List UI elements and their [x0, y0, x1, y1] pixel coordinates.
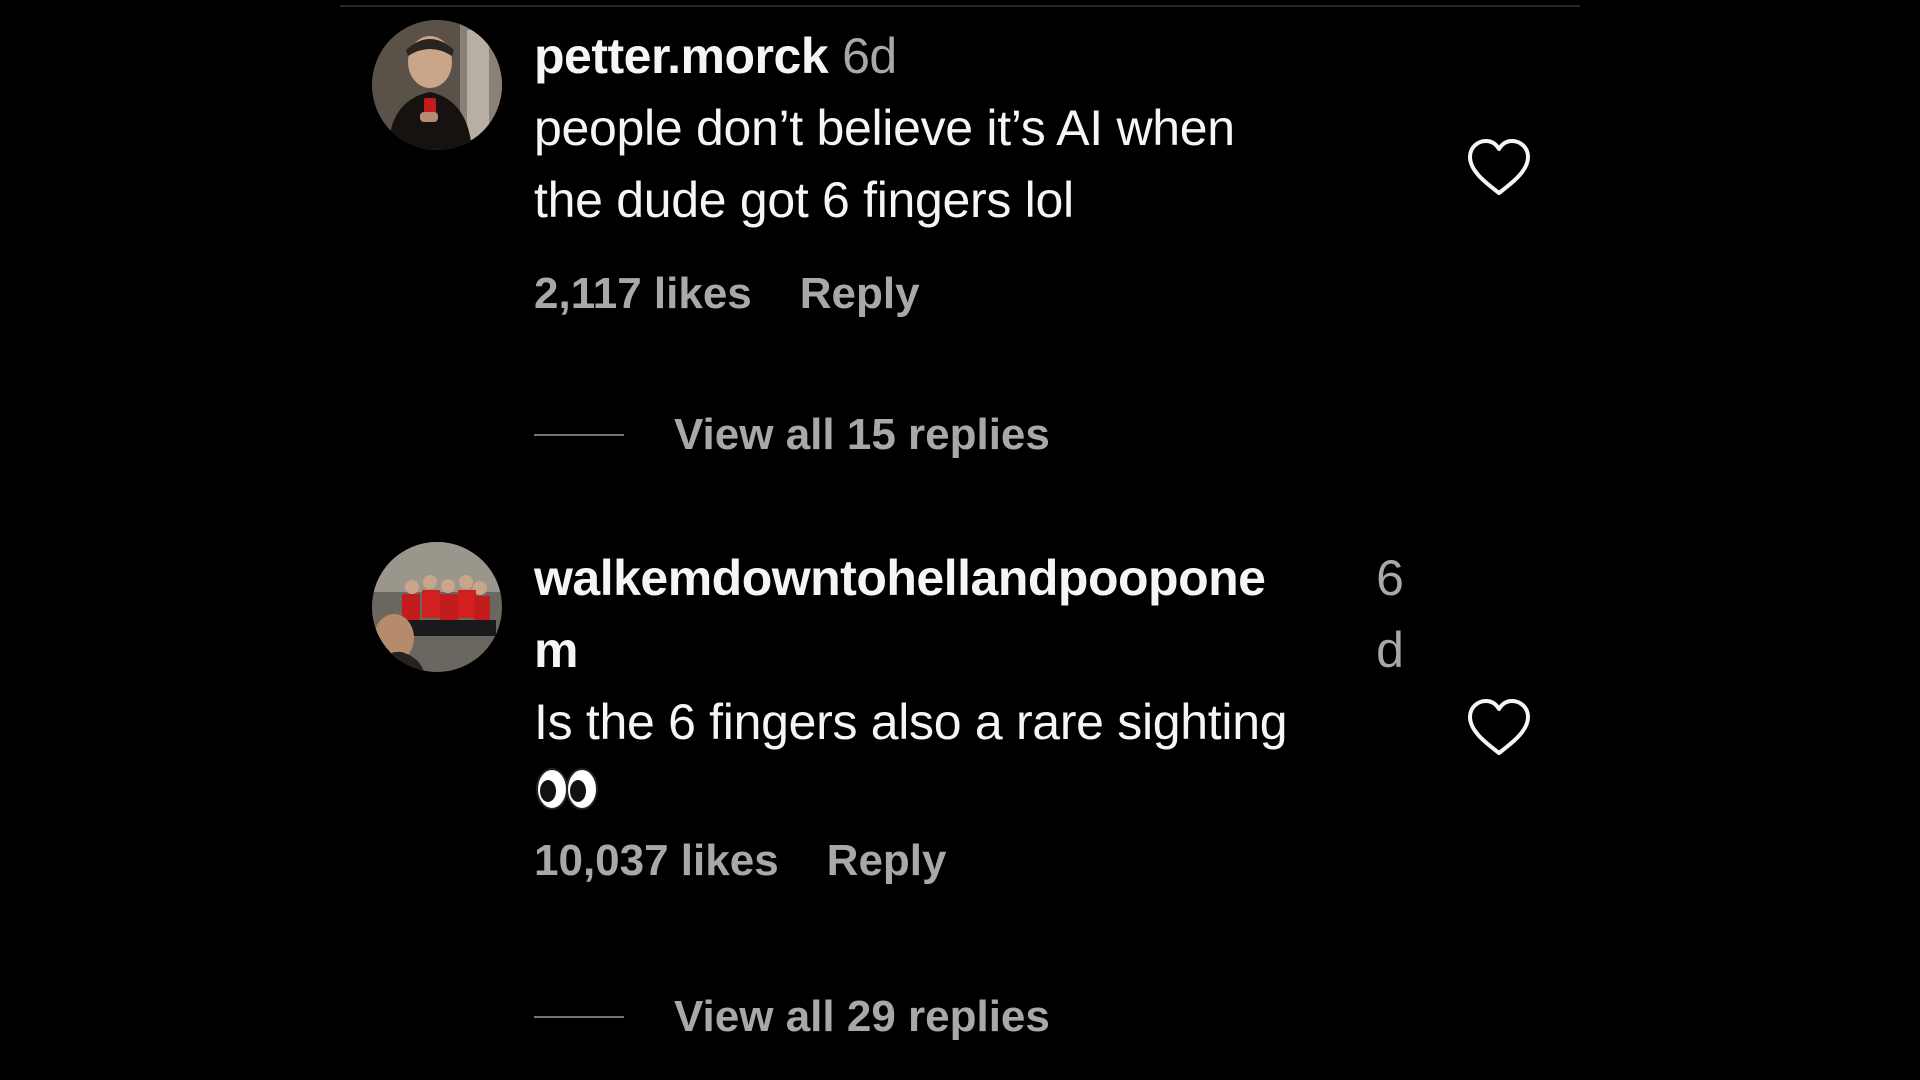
replies-divider: [534, 434, 624, 436]
timestamp[interactable]: 6 d: [1370, 542, 1410, 686]
likes-count[interactable]: 2,117 likes: [534, 269, 752, 318]
comment-item: petter.morck 6d people don’t believe it’s…: [372, 20, 1542, 459]
avatar[interactable]: [372, 20, 502, 150]
replies-divider: [534, 1016, 624, 1018]
comment-text-line: people don’t believe it’s AI when: [534, 100, 1235, 156]
timestamp[interactable]: 6d: [842, 28, 897, 84]
username-continued[interactable]: m: [534, 622, 578, 678]
reply-button[interactable]: Reply: [800, 269, 920, 318]
top-divider: [340, 5, 1580, 7]
timestamp-part: 6: [1376, 550, 1404, 606]
username[interactable]: petter.morck: [534, 28, 829, 84]
comment-text-line: Is the 6 fingers also a rare sighting: [534, 694, 1288, 750]
eyes-emoji: [534, 766, 600, 817]
username-wrap: walkemdowntohellandpoopone: [534, 542, 1404, 614]
comment-header: petter.morck 6d: [534, 20, 1404, 92]
view-replies-button[interactable]: View all 29 replies: [534, 992, 1050, 1042]
likes-count[interactable]: 10,037 likes: [534, 836, 779, 885]
heart-outline-icon[interactable]: [1466, 698, 1532, 758]
avatar[interactable]: [372, 542, 502, 672]
comments-panel: petter.morck 6d people don’t believe it’s…: [0, 0, 1920, 1080]
reply-button[interactable]: Reply: [827, 836, 947, 885]
view-replies-label[interactable]: View all 15 replies: [674, 410, 1050, 460]
comment-meta: 10,037 likes Reply: [534, 831, 1404, 891]
view-replies-button[interactable]: View all 15 replies: [534, 410, 1050, 460]
username-wrap-line2: m: [534, 614, 1404, 686]
comment-body: petter.morck 6d people don’t believe it’s…: [534, 20, 1404, 324]
timestamp-part: d: [1376, 622, 1404, 678]
username[interactable]: walkemdowntohellandpoopone: [534, 550, 1266, 606]
comment-header: walkemdowntohellandpoopone m 6 d: [534, 542, 1404, 686]
view-replies-label[interactable]: View all 29 replies: [674, 992, 1050, 1042]
heart-outline-icon[interactable]: [1466, 138, 1532, 198]
comment-body: walkemdowntohellandpoopone m 6 d Is the …: [534, 542, 1404, 891]
comment-meta: 2,117 likes Reply: [534, 264, 1404, 324]
comment-item: walkemdowntohellandpoopone m 6 d Is the …: [372, 542, 1542, 1062]
comment-text-line: the dude got 6 fingers lol: [534, 172, 1074, 228]
